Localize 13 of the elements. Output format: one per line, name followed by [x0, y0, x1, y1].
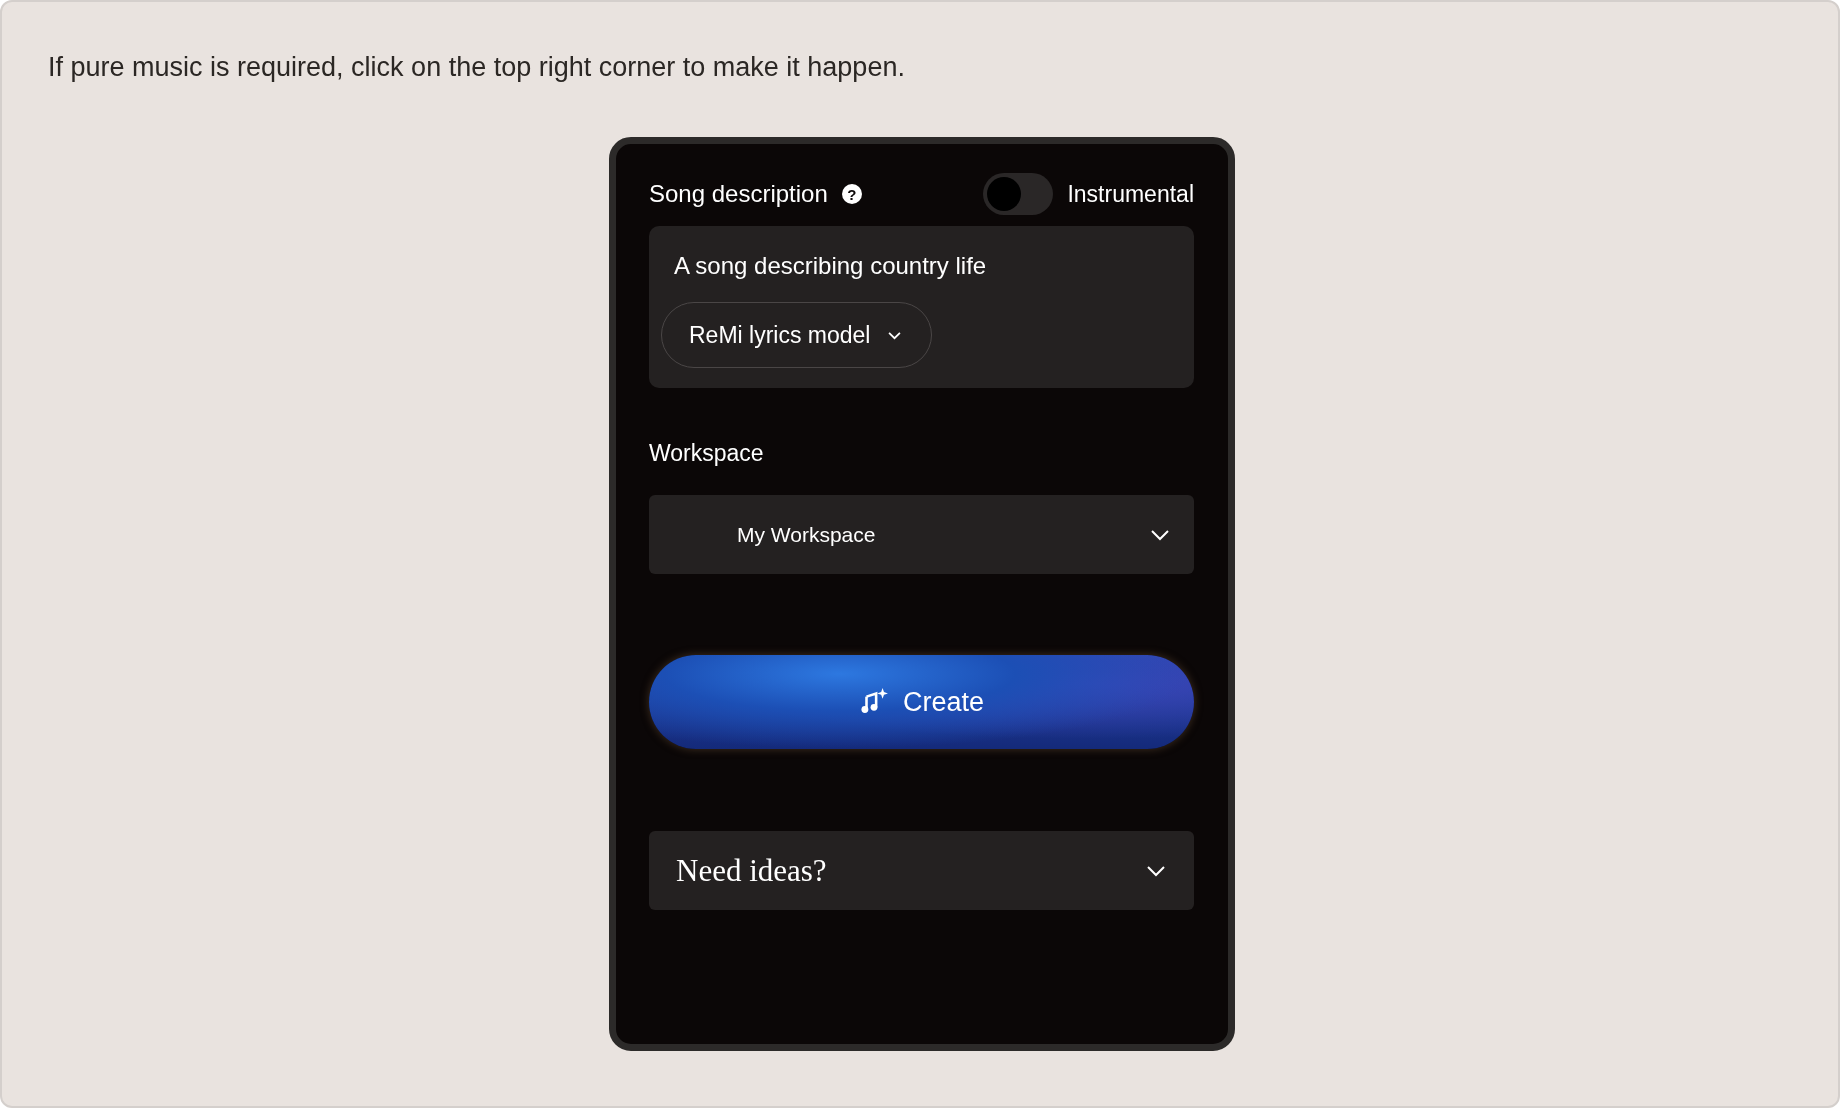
song-description-field[interactable]: A song describing country life ReMi lyrics model: [649, 226, 1194, 388]
need-ideas-dropdown[interactable]: Need ideas?: [649, 831, 1194, 910]
chevron-down-icon: [888, 330, 902, 340]
chevron-down-icon: [1150, 528, 1170, 541]
instrumental-toggle[interactable]: [983, 173, 1054, 215]
caption-text: If pure music is required, click on the top right corner to make it happen.: [48, 52, 906, 83]
workspace-dropdown[interactable]: My Workspace: [649, 495, 1194, 574]
song-description-text: A song describing country life: [674, 252, 987, 280]
workspace-label: Workspace: [649, 440, 765, 467]
create-button[interactable]: Create: [649, 655, 1194, 749]
instrumental-label: Instrumental: [1067, 180, 1194, 208]
song-description-label: Song description: [649, 180, 828, 208]
help-icon[interactable]: ?: [841, 184, 862, 204]
